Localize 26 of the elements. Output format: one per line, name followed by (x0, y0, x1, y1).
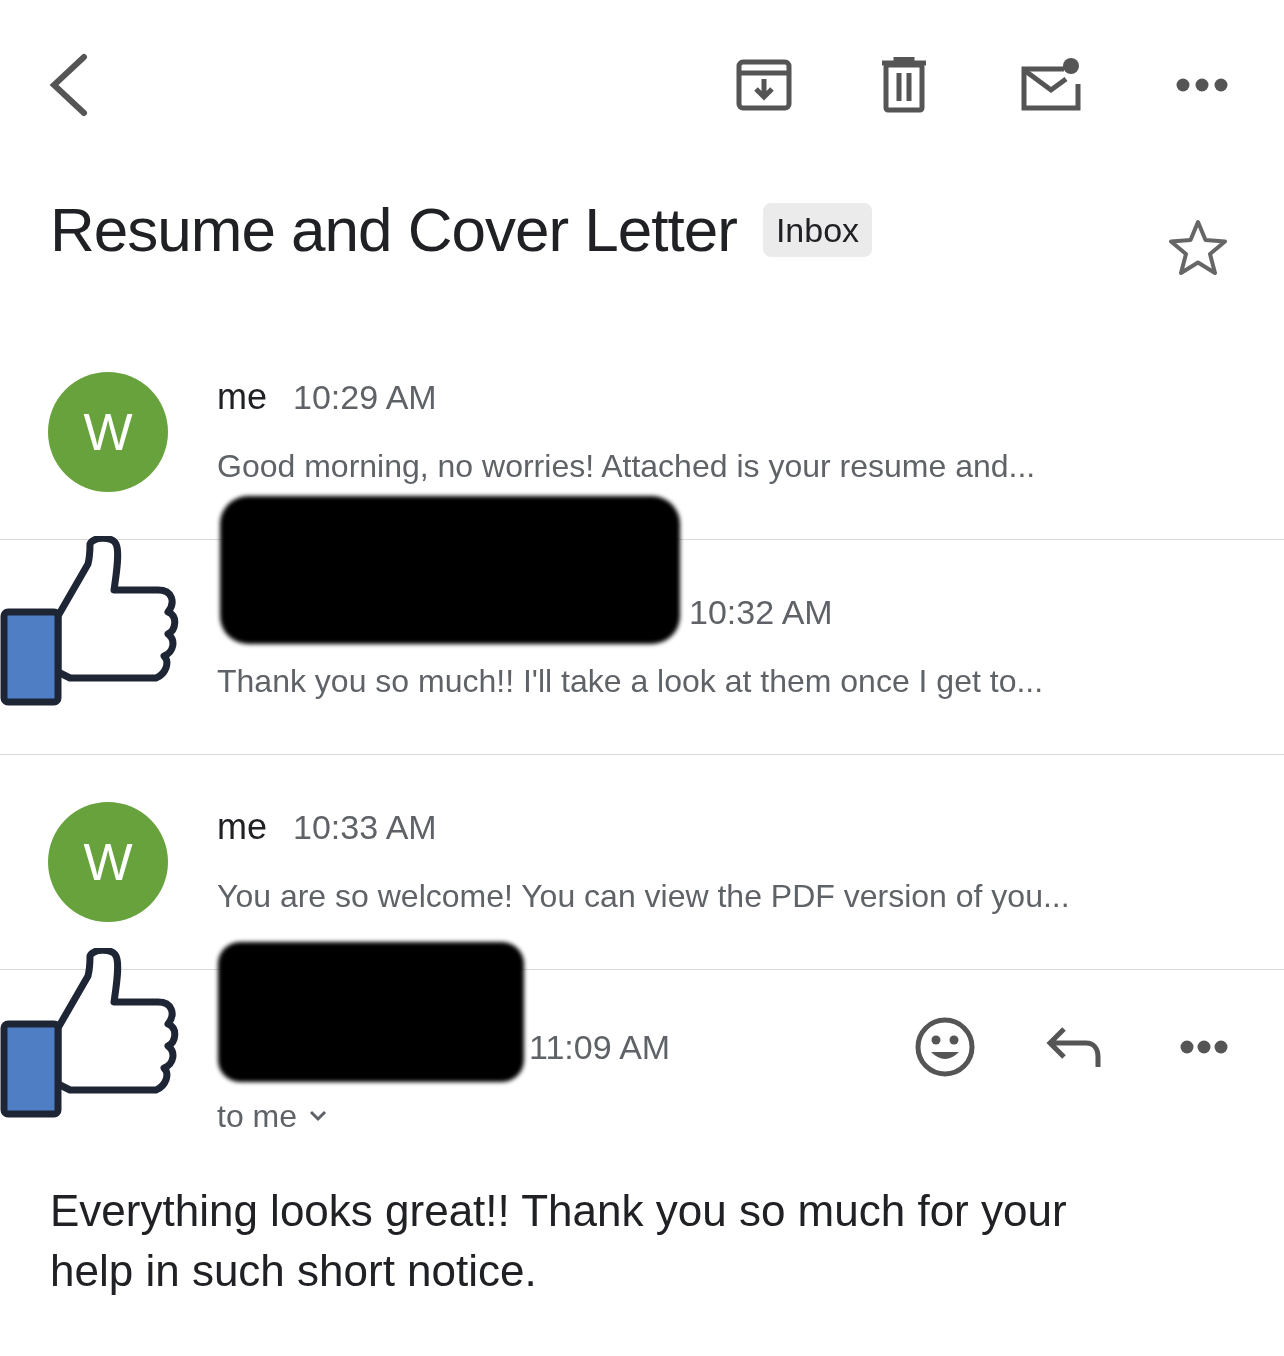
chevron-down-icon (309, 1110, 328, 1122)
more-options-icon[interactable] (1180, 1039, 1228, 1055)
message-snippet: Good morning, no worries! Attached is your resume and... (217, 447, 1037, 486)
avatar: W (48, 372, 168, 492)
delete-icon[interactable] (880, 57, 928, 113)
message-body: Everything looks great!! Thank you so much for your help in such short notice. (49, 1185, 1068, 1297)
message-snippet: You are so welcome! You can view the PDF version of you... (217, 877, 1071, 916)
mark-unread-icon[interactable] (1020, 56, 1082, 114)
thumbs-up-icon (0, 536, 180, 708)
message-time: 10:33 AM (293, 806, 437, 848)
archive-icon[interactable] (736, 57, 792, 113)
reply-icon[interactable] (1046, 1025, 1102, 1069)
message-time: 10:32 AM (689, 591, 833, 633)
emoji-reaction-icon[interactable] (914, 1016, 976, 1078)
thumbs-up-icon (0, 948, 180, 1120)
inbox-label: Inbox (762, 203, 873, 257)
sender-name: me (217, 375, 267, 419)
sender-name: me (217, 805, 267, 849)
message-snippet: Thank you so much!! I'll take a look at them once I get to... (217, 662, 1045, 701)
message-time: 10:29 AM (293, 376, 437, 418)
star-button[interactable] (1168, 219, 1228, 277)
recipient-details[interactable]: to me (217, 1092, 328, 1140)
message-time: 11:09 AM (529, 1026, 671, 1068)
more-options-icon[interactable] (1176, 77, 1228, 93)
avatar: W (48, 802, 168, 922)
email-subject: Resume and Cover Letter (50, 199, 737, 261)
